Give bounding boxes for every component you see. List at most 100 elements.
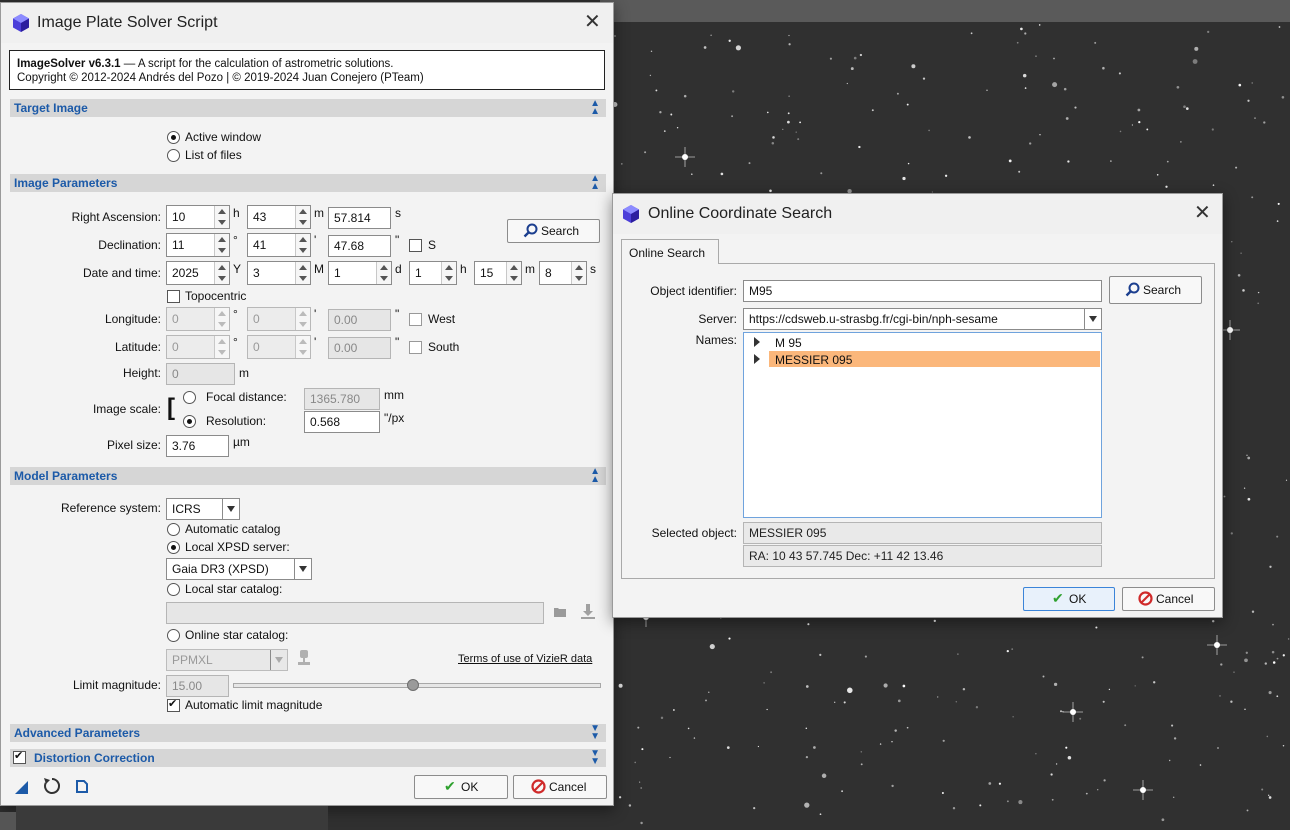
ra-seconds-field[interactable]: 57.814 [328,207,391,229]
dropdown-arrow-icon[interactable] [1084,309,1101,329]
close-icon[interactable]: ✕ [584,12,601,32]
coordinate-search-button[interactable]: Search [507,219,600,243]
month-spin[interactable]: 3 [247,261,311,285]
limit-magnitude-slider[interactable] [233,679,601,691]
server-icon[interactable] [297,650,311,666]
hour-spin[interactable]: 1 [409,261,457,285]
ra-hours-spin[interactable]: 10 [166,205,230,229]
dec-seconds-field[interactable]: 47.68 [328,235,391,257]
list-of-files-radio[interactable] [167,149,180,162]
reset-icon[interactable] [43,777,61,795]
dropdown-arrow-icon[interactable] [222,499,239,519]
spin-arrows-icon[interactable] [214,234,229,256]
dropdown-arrow-icon[interactable] [294,559,311,579]
active-window-radio[interactable] [167,131,180,144]
expand-arrow-icon[interactable] [754,337,760,347]
distortion-correction-checkbox[interactable] [13,749,26,764]
spin-arrows-icon[interactable] [214,262,229,284]
search-cancel-button[interactable]: Cancel [1122,587,1215,611]
local-xpsd-radio[interactable] [167,541,180,554]
main-ok-button[interactable]: ✔ OK [414,775,508,799]
server-label: Server: [698,312,737,326]
focal-distance-field[interactable]: 1365.780 [304,388,380,410]
ra-minutes-spin[interactable]: 43 [247,205,311,229]
folder-icon[interactable] [554,607,566,617]
topocentric-checkbox[interactable] [167,290,180,303]
section-model-parameters[interactable]: Model Parameters ▲ ▲ [10,467,606,485]
checkmark-icon: ✔ [444,778,456,794]
west-checkbox[interactable] [409,313,422,326]
lon-minutes-spin[interactable]: 0 [247,307,311,331]
minute-spin[interactable]: 15 [474,261,522,285]
collapse-icon[interactable]: ▲ ▲ [590,174,600,192]
download-icon[interactable] [581,604,595,620]
expand-icon[interactable]: ▼ ▼ [590,724,600,742]
new-instance-icon[interactable] [15,781,28,794]
main-cancel-button[interactable]: Cancel [513,775,607,799]
star [988,782,992,785]
resolution-radio[interactable] [183,415,196,428]
pixel-size-field[interactable]: 3.76 [166,435,229,457]
online-catalog-select[interactable]: PPMXL [166,649,288,671]
spin-arrows-icon[interactable] [214,206,229,228]
spin-arrows-icon[interactable] [295,262,310,284]
collapse-icon[interactable]: ▲ ▲ [590,467,600,485]
document-icon[interactable] [76,780,88,793]
spin-arrows-icon[interactable] [506,262,521,284]
server-select[interactable]: https://cdsweb.u-strasbg.fr/cgi-bin/nph-… [743,308,1102,330]
day-spin[interactable]: 1 [328,261,392,285]
second-spin[interactable]: 8 [539,261,587,285]
section-distortion-correction[interactable]: Distortion Correction ▼▼ [10,749,606,767]
window-resize-grip[interactable] [0,812,16,830]
height-field[interactable]: 0 [166,363,235,385]
tab-online-search[interactable]: Online Search [621,239,719,264]
dropdown-arrow-icon[interactable] [270,650,287,670]
names-list[interactable]: M 95 MESSIER 095 [743,332,1102,518]
object-identifier-input[interactable]: M95 [743,280,1102,302]
slider-thumb[interactable] [407,679,419,691]
south-checkbox[interactable] [409,341,422,354]
automatic-limit-magnitude-checkbox[interactable] [167,697,180,712]
spin-arrows-icon[interactable] [295,308,310,330]
list-item[interactable]: MESSIER 095 [744,351,1101,367]
spin-arrows-icon[interactable] [214,336,229,358]
section-target-image[interactable]: Target Image ▲ ▲ [10,99,606,117]
lat-minutes-spin[interactable]: 0 [247,335,311,359]
star [850,67,854,71]
spin-arrows-icon[interactable] [214,308,229,330]
lon-degrees-spin[interactable]: 0 [166,307,230,331]
automatic-catalog-radio[interactable] [167,523,180,536]
year-spin[interactable]: 2025 [166,261,230,285]
list-item[interactable]: M 95 [744,335,1101,351]
search-ok-button[interactable]: ✔ OK [1023,587,1115,611]
local-star-catalog-path-field[interactable] [166,602,544,624]
collapse-icon[interactable]: ▲ ▲ [590,99,600,117]
resolution-field[interactable]: 0.568 [304,411,380,433]
spin-arrows-icon[interactable] [571,262,586,284]
spin-arrows-icon[interactable] [295,206,310,228]
expand-icon[interactable]: ▼ ▼ [590,749,600,767]
xpsd-catalog-select[interactable]: Gaia DR3 (XPSD) [166,558,312,580]
focal-distance-radio[interactable] [183,391,196,404]
lat-degrees-spin[interactable]: 0 [166,335,230,359]
dec-south-checkbox[interactable] [409,239,422,252]
vizier-terms-link[interactable]: Terms of use of VizieR data [458,653,592,665]
section-image-parameters[interactable]: Image Parameters ▲ ▲ [10,174,606,192]
reference-system-select[interactable]: ICRS [166,498,240,520]
spin-arrows-icon[interactable] [376,262,391,284]
close-icon[interactable]: ✕ [1194,203,1211,223]
spin-arrows-icon[interactable] [295,234,310,256]
ra-hours-unit: h [233,206,240,220]
dec-minutes-spin[interactable]: 41 [247,233,311,257]
spin-arrows-icon[interactable] [295,336,310,358]
section-advanced-parameters[interactable]: Advanced Parameters ▼ ▼ [10,724,606,742]
local-star-catalog-radio[interactable] [167,583,180,596]
dec-degrees-spin[interactable]: 11 [166,233,230,257]
lat-seconds-field[interactable]: 0.00 [328,337,391,359]
online-star-catalog-radio[interactable] [167,629,180,642]
lon-seconds-field[interactable]: 0.00 [328,309,391,331]
limit-magnitude-field[interactable]: 15.00 [166,675,229,697]
spin-arrows-icon[interactable] [441,262,456,284]
expand-arrow-icon[interactable] [754,354,760,364]
search-button[interactable]: Search [1109,276,1202,304]
